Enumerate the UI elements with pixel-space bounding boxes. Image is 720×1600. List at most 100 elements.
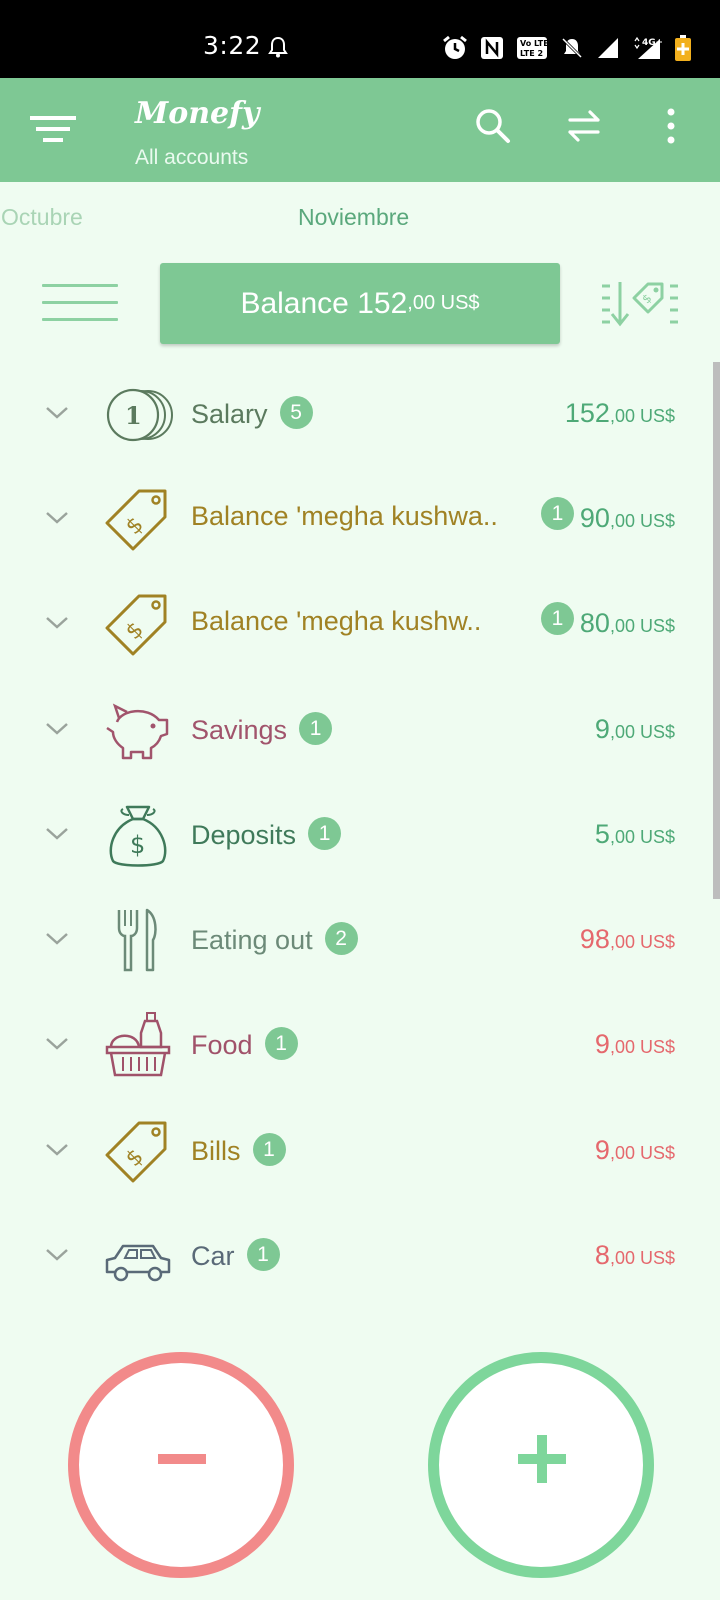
amount-integer: 5 xyxy=(594,819,610,849)
svg-text:Vo LTE: Vo LTE xyxy=(520,39,548,48)
category-name-text: Deposits xyxy=(191,820,297,850)
balance-label: Balance xyxy=(240,286,349,320)
amount-integer: 90 xyxy=(579,503,610,533)
category-amount: 5,00 US$ xyxy=(595,819,675,850)
amount-currency: US$ xyxy=(639,827,675,847)
category-name-text: Balance 'megha kushwa.. xyxy=(191,501,498,531)
status-time: 3:22 xyxy=(203,31,262,60)
car-icon xyxy=(103,1222,173,1292)
more-options-icon[interactable] xyxy=(665,108,677,149)
transaction-count-badge: 1 xyxy=(299,712,333,745)
category-row[interactable]: $ Balance 'megha kushwa.. 1 90,00 US$ xyxy=(0,467,700,572)
category-row[interactable]: Eating out 2 98,00 US$ xyxy=(0,888,700,993)
chevron-down-icon[interactable] xyxy=(45,826,69,847)
coins-icon: 1 xyxy=(103,380,173,450)
category-name-text: Bills xyxy=(191,1136,241,1166)
balance-cents: ,00 xyxy=(407,292,436,314)
category-row[interactable]: Savings 1 9,00 US$ xyxy=(0,678,700,783)
transfer-icon[interactable] xyxy=(566,108,602,149)
category-amount: 9,00 US$ xyxy=(595,1135,675,1166)
price-tag-icon: $ xyxy=(103,1117,173,1187)
category-name-text: Savings xyxy=(191,715,288,745)
category-row[interactable]: $ Bills 1 9,00 US$ xyxy=(0,1099,700,1204)
sort-tag-icon[interactable]: $ xyxy=(600,278,680,335)
scrollbar[interactable] xyxy=(713,362,720,899)
nfc-icon xyxy=(480,36,504,65)
signal-icon xyxy=(596,36,620,65)
category-amount: 80,00 US$ xyxy=(580,608,675,639)
category-name: Balance 'megha kushwa.. xyxy=(191,501,498,532)
category-name: Balance 'megha kushw.. xyxy=(191,606,481,637)
balance-integer: 152 xyxy=(357,286,408,320)
category-name-text: Car xyxy=(191,1241,235,1271)
amount-currency: US$ xyxy=(639,1037,675,1057)
category-row[interactable]: 1 Salary 5 152,00 US$ xyxy=(0,362,700,467)
amount-integer: 8 xyxy=(594,1240,610,1270)
category-row[interactable]: Car 1 8,00 US$ xyxy=(0,1204,700,1309)
status-bar: 3:22 Vo LTE LTE 2 4G+ xyxy=(0,0,720,78)
chevron-down-icon[interactable] xyxy=(45,1247,69,1268)
category-name: Bills 1 xyxy=(191,1133,286,1167)
chevron-down-icon[interactable] xyxy=(45,1142,69,1163)
amount-cents: ,00 xyxy=(609,1248,635,1268)
battery-icon xyxy=(674,34,692,67)
balance-currency: US$ xyxy=(440,292,480,314)
add-expense-button[interactable] xyxy=(68,1352,294,1578)
plus-icon xyxy=(518,1435,566,1483)
amount-cents: ,00 xyxy=(609,722,635,742)
svg-text:$: $ xyxy=(130,831,145,859)
filter-menu-icon[interactable] xyxy=(30,116,76,147)
amount-cents: ,00 xyxy=(609,1037,635,1057)
chevron-down-icon[interactable] xyxy=(45,1036,69,1057)
amount-cents: ,00 xyxy=(609,827,635,847)
account-subtitle[interactable]: All accounts xyxy=(135,146,248,170)
svg-text:4G+: 4G+ xyxy=(642,38,662,48)
amount-currency: US$ xyxy=(639,1143,675,1163)
month-previous[interactable]: Octubre xyxy=(1,204,83,231)
category-amount: 8,00 US$ xyxy=(595,1240,675,1271)
balance-button[interactable]: Balance 152,00 US$ xyxy=(160,263,560,344)
transaction-count-badge: 5 xyxy=(279,396,313,429)
amount-integer: 9 xyxy=(594,1135,610,1165)
category-row[interactable]: $ Balance 'megha kushw.. 1 80,00 US$ xyxy=(0,572,700,677)
signal-4g-icon: 4G+ xyxy=(632,35,663,66)
amount-integer: 152 xyxy=(564,398,610,428)
amount-cents: ,00 xyxy=(609,932,635,952)
month-current[interactable]: Noviembre xyxy=(298,204,409,231)
category-amount: 9,00 US$ xyxy=(595,1029,675,1060)
notification-bell-icon xyxy=(268,36,288,63)
category-row[interactable]: $ Deposits 1 5,00 US$ xyxy=(0,783,700,888)
category-row[interactable]: Food 1 9,00 US$ xyxy=(0,993,700,1098)
chevron-down-icon[interactable] xyxy=(45,615,69,636)
transaction-count-badge: 1 xyxy=(252,1133,286,1166)
amount-cents: ,00 xyxy=(609,511,635,531)
search-icon[interactable] xyxy=(475,108,511,149)
transaction-count-badge: 1 xyxy=(246,1238,280,1271)
chevron-down-icon[interactable] xyxy=(45,721,69,742)
category-amount: 98,00 US$ xyxy=(580,924,675,955)
category-amount: 152,00 US$ xyxy=(565,398,675,429)
category-name: Food 1 xyxy=(191,1027,298,1061)
amount-cents: ,00 xyxy=(609,616,635,636)
category-name: Car 1 xyxy=(191,1238,280,1272)
money-bag-icon: $ xyxy=(103,801,173,871)
amount-integer: 9 xyxy=(594,1029,610,1059)
svg-text:1: 1 xyxy=(125,401,142,430)
category-name-text: Food xyxy=(191,1030,253,1060)
category-name: Savings 1 xyxy=(191,712,333,746)
category-list-toggle-icon[interactable] xyxy=(42,284,118,324)
category-name-text: Eating out xyxy=(191,925,313,955)
chevron-down-icon[interactable] xyxy=(45,931,69,952)
amount-currency: US$ xyxy=(639,932,675,952)
transaction-count-badge: 1 xyxy=(308,817,342,850)
amount-cents: ,00 xyxy=(609,406,635,426)
app-logo: Monefy xyxy=(135,96,260,131)
chevron-down-icon[interactable] xyxy=(45,510,69,531)
piggy-bank-icon xyxy=(103,696,173,766)
volte-icon: Vo LTE LTE 2 xyxy=(516,36,549,65)
add-income-button[interactable] xyxy=(428,1352,654,1578)
category-name-text: Salary xyxy=(191,399,268,429)
category-amount: 90,00 US$ xyxy=(580,503,675,534)
chevron-down-icon[interactable] xyxy=(45,405,69,426)
category-name-text: Balance 'megha kushw.. xyxy=(191,606,482,636)
